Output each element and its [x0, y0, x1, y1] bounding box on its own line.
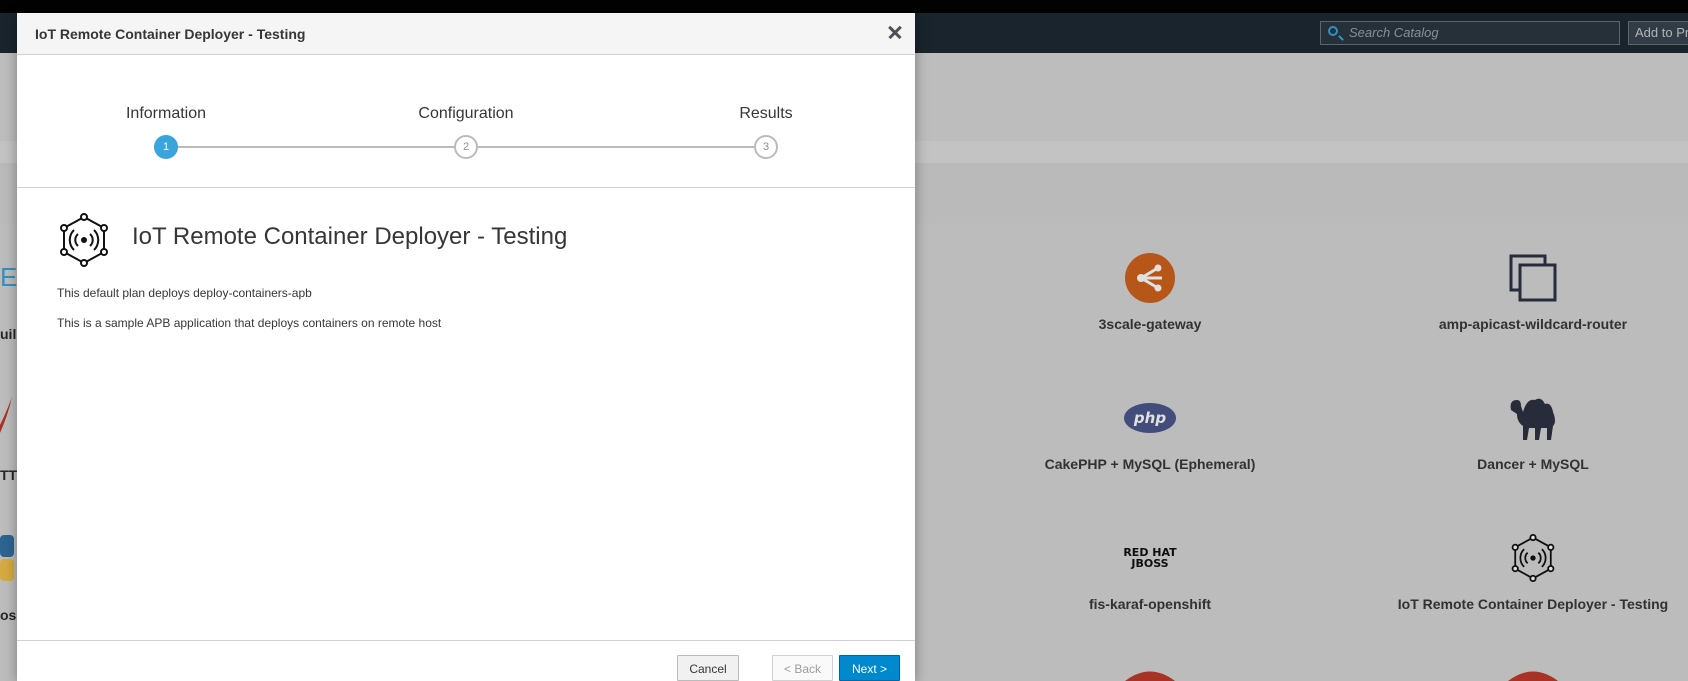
- php-icon: php: [980, 390, 1320, 446]
- catalog-tile[interactable]: Dancer + MySQL: [1363, 390, 1688, 472]
- redhat-jboss-icon: RED HAT JBOSS: [980, 530, 1320, 586]
- plan-description: This default plan deploys deploy-contain…: [57, 286, 312, 300]
- wizard-steps: Information 1 Configuration 2 Results 3: [17, 55, 915, 188]
- modal-body: IoT Remote Container Deployer - Testing …: [17, 188, 915, 640]
- tile-name: 3scale-gateway: [1098, 316, 1202, 332]
- iot-icon: [1363, 530, 1688, 586]
- partial-tile-label: uil: [0, 326, 17, 342]
- modal-footer: Cancel < Back Next >: [17, 640, 915, 681]
- tile-name: amp-apicast-wildcard-router: [1438, 316, 1628, 332]
- modal-header: IoT Remote Container Deployer - Testing: [17, 13, 915, 55]
- wizard-step-number: 2: [454, 135, 478, 159]
- cancel-button[interactable]: Cancel: [677, 655, 739, 681]
- jboss-icon-text-line2: JBOSS: [1131, 557, 1169, 570]
- feather-icon: [0, 397, 12, 433]
- tile-icon-partial: [1125, 671, 1175, 681]
- wizard-step-label: Results: [739, 105, 793, 122]
- wizard-step-label: Information: [125, 105, 207, 122]
- wizard-step-label: Configuration: [418, 105, 514, 122]
- copy-icon: [1363, 250, 1688, 306]
- camel-icon: [1363, 390, 1688, 446]
- 3scale-icon: [980, 250, 1320, 306]
- tile-icon-partial: [1508, 671, 1558, 681]
- catalog-tile[interactable]: IoT Remote Container Deployer - Testing: [1363, 530, 1688, 612]
- tile-name: fis-karaf-openshift: [1088, 596, 1212, 612]
- service-heading: IoT Remote Container Deployer - Testing: [132, 223, 568, 250]
- wizard-step-number: 1: [154, 135, 178, 159]
- tile-name: Dancer + MySQL: [1477, 456, 1589, 472]
- catalog-tile[interactable]: RED HAT JBOSS fis-karaf-openshift: [980, 530, 1320, 612]
- search-icon: [1328, 26, 1338, 36]
- python-icon: [0, 535, 14, 581]
- catalog-tile[interactable]: amp-apicast-wildcard-router: [1363, 250, 1688, 332]
- search-placeholder: Search Catalog: [1349, 25, 1439, 40]
- back-button[interactable]: < Back: [772, 655, 833, 681]
- partial-tile-label: os: [0, 607, 17, 623]
- add-to-project-button[interactable]: Add to Project: [1628, 21, 1688, 45]
- order-service-modal: IoT Remote Container Deployer - Testing …: [17, 13, 915, 681]
- catalog-search-input[interactable]: Search Catalog: [1320, 21, 1620, 45]
- catalog-tile[interactable]: php CakePHP + MySQL (Ephemeral): [980, 390, 1320, 472]
- close-icon[interactable]: [885, 22, 905, 42]
- next-button[interactable]: Next >: [839, 655, 900, 681]
- catalog-tile[interactable]: 3scale-gateway: [980, 250, 1320, 332]
- tile-name: IoT Remote Container Deployer - Testing: [1397, 596, 1669, 612]
- iot-icon: [60, 213, 108, 267]
- modal-title: IoT Remote Container Deployer - Testing: [35, 26, 306, 42]
- app-description: This is a sample APB application that de…: [57, 316, 442, 330]
- top-masthead: [0, 0, 1688, 13]
- tile-name: CakePHP + MySQL (Ephemeral): [1044, 456, 1256, 472]
- php-icon-text: php: [1133, 409, 1166, 427]
- wizard-step-number: 3: [754, 135, 778, 159]
